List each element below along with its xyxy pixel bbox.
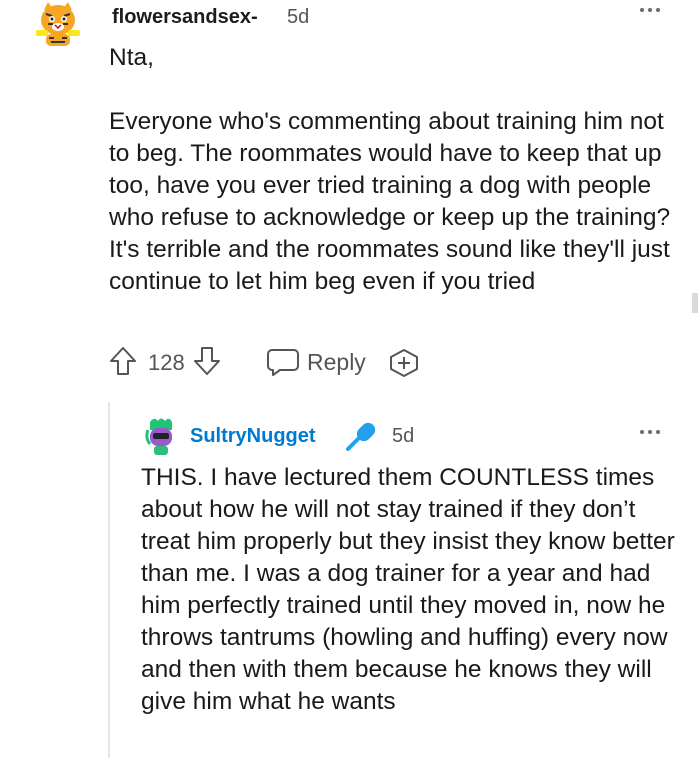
more-options-icon[interactable] xyxy=(640,8,660,12)
vote-score: 128 xyxy=(148,350,185,375)
reply-button[interactable]: Reply xyxy=(307,349,366,376)
upvote-icon[interactable] xyxy=(108,345,138,382)
comment-paragraph: Everyone who's commenting about training… xyxy=(109,108,671,295)
comment-username[interactable]: flowersandsex- xyxy=(112,6,258,29)
scrollbar[interactable] xyxy=(692,293,698,313)
reply-username[interactable]: SultryNugget xyxy=(190,425,316,448)
comment-paragraph: Nta, xyxy=(109,44,154,71)
comment-body: Nta, Everyone who's commenting about tra… xyxy=(109,42,684,298)
reply-timestamp: 5d xyxy=(392,425,415,447)
reply-icon[interactable] xyxy=(266,347,300,382)
comment-timestamp: 5d xyxy=(287,6,310,28)
award-icon[interactable] xyxy=(388,347,420,384)
avatar[interactable] xyxy=(142,416,180,456)
avatar[interactable] xyxy=(34,0,82,50)
purple-snoo-avatar-icon xyxy=(145,418,172,455)
microphone-icon xyxy=(344,418,380,457)
thread-line[interactable] xyxy=(108,402,110,758)
tiger-snoo-avatar-icon xyxy=(36,2,80,46)
more-options-icon[interactable] xyxy=(640,430,660,434)
downvote-icon[interactable] xyxy=(192,345,222,382)
reply-body: THIS. I have lectured them COUNTLESS tim… xyxy=(141,464,675,715)
